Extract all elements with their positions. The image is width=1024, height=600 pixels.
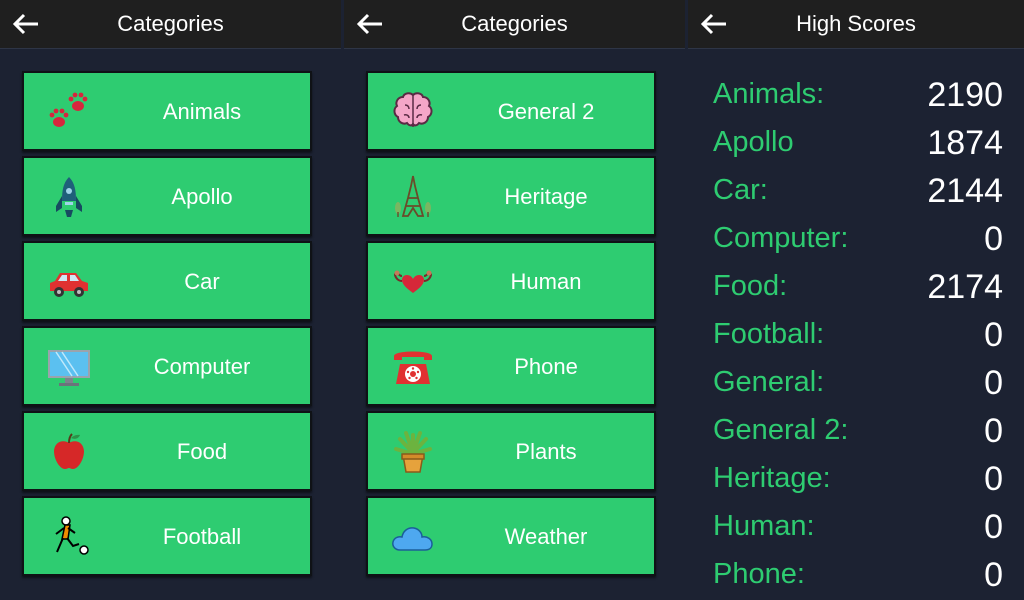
category-card-weather[interactable]: Weather [366,496,656,576]
brain-icon [388,87,438,137]
category-label: Animals [162,99,242,124]
screen-title: High Scores [796,11,916,36]
categories-screen-1: Categories Animals Apollo Car Computer F… [0,0,341,600]
rocket-icon [44,172,94,222]
category-label: Football [162,524,242,549]
football-player-icon [44,512,94,562]
category-card-football[interactable]: Football [22,496,312,576]
category-label: General 2 [497,99,595,124]
score-row: Apollo 1874 [713,122,1003,170]
score-category: Animals: [713,78,825,110]
category-label: Weather [504,524,588,549]
strong-heart-icon [388,257,438,307]
category-label: Car [184,269,220,294]
category-list: General 2 Heritage Human Phone Plants We… [366,71,656,581]
screen-title: Categories [117,11,224,36]
score-category: Human: [713,510,815,542]
category-label: Computer [153,354,251,379]
score-value: 0 [984,364,1003,402]
car-icon [44,257,94,307]
top-bar: High Scores [688,0,1024,49]
score-category: General: [713,366,825,398]
score-category: Phone: [713,558,805,590]
score-category: Car: [713,174,768,206]
score-value: 1874 [927,124,1003,162]
category-label: Human [510,269,582,294]
high-scores-screen: High Scores Animals: 2190 Apollo 1874 Car:… [688,0,1024,600]
category-card-food[interactable]: Food [22,411,312,491]
score-row: Computer: 0 [713,218,1003,266]
category-label: Heritage [504,184,588,209]
category-card-apollo[interactable]: Apollo [22,156,312,236]
score-value: 2174 [927,268,1003,306]
score-category: Heritage: [713,462,831,494]
score-category: General 2: [713,414,849,446]
screen-title: Categories [461,11,568,36]
category-list: Animals Apollo Car Computer Food Footbal… [22,71,312,581]
score-row: Car: 2144 [713,170,1003,218]
category-card-plants[interactable]: Plants [366,411,656,491]
category-card-heritage[interactable]: Heritage [366,156,656,236]
monitor-icon [44,342,94,392]
score-list: Animals: 2190 Apollo 1874 Car: 2144 Compute… [713,74,1003,600]
top-bar: Categories [0,0,341,49]
category-card-animals[interactable]: Animals [22,71,312,151]
score-row: Food: 2174 [713,266,1003,314]
score-row: Human: 0 [713,506,1003,554]
score-value: 0 [984,316,1003,354]
potted-plant-icon [388,427,438,477]
score-row: General: 0 [713,362,1003,410]
categories-screen-2: Categories General 2 Heritage Human Phon… [344,0,685,600]
score-category: Apollo [713,126,794,158]
score-value: 0 [984,556,1003,594]
rotary-phone-icon [388,342,438,392]
paw-prints-icon [44,87,94,137]
score-row: Heritage: 0 [713,458,1003,506]
score-category: Food: [713,270,788,302]
score-row: Animals: 2190 [713,74,1003,122]
cloud-icon [388,512,438,562]
top-bar: Categories [344,0,685,49]
score-value: 2144 [927,172,1003,210]
eiffel-tower-icon [388,172,438,222]
score-value: 2190 [927,76,1003,114]
apple-icon [44,427,94,477]
score-value: 0 [984,412,1003,450]
score-value: 0 [984,220,1003,258]
score-value: 0 [984,460,1003,498]
score-category: Computer: [713,222,849,254]
category-label: Food [176,439,228,464]
category-card-car[interactable]: Car [22,241,312,321]
category-label: Apollo [171,184,233,209]
category-label: Plants [515,439,577,464]
score-category: Football: [713,318,825,350]
category-card-human[interactable]: Human [366,241,656,321]
category-card-general-2[interactable]: General 2 [366,71,656,151]
score-row: Football: 0 [713,314,1003,362]
category-label: Phone [514,354,578,379]
score-value: 0 [984,508,1003,546]
score-row: General 2: 0 [713,410,1003,458]
category-card-phone[interactable]: Phone [366,326,656,406]
category-card-computer[interactable]: Computer [22,326,312,406]
score-row: Phone: 0 [713,554,1003,600]
